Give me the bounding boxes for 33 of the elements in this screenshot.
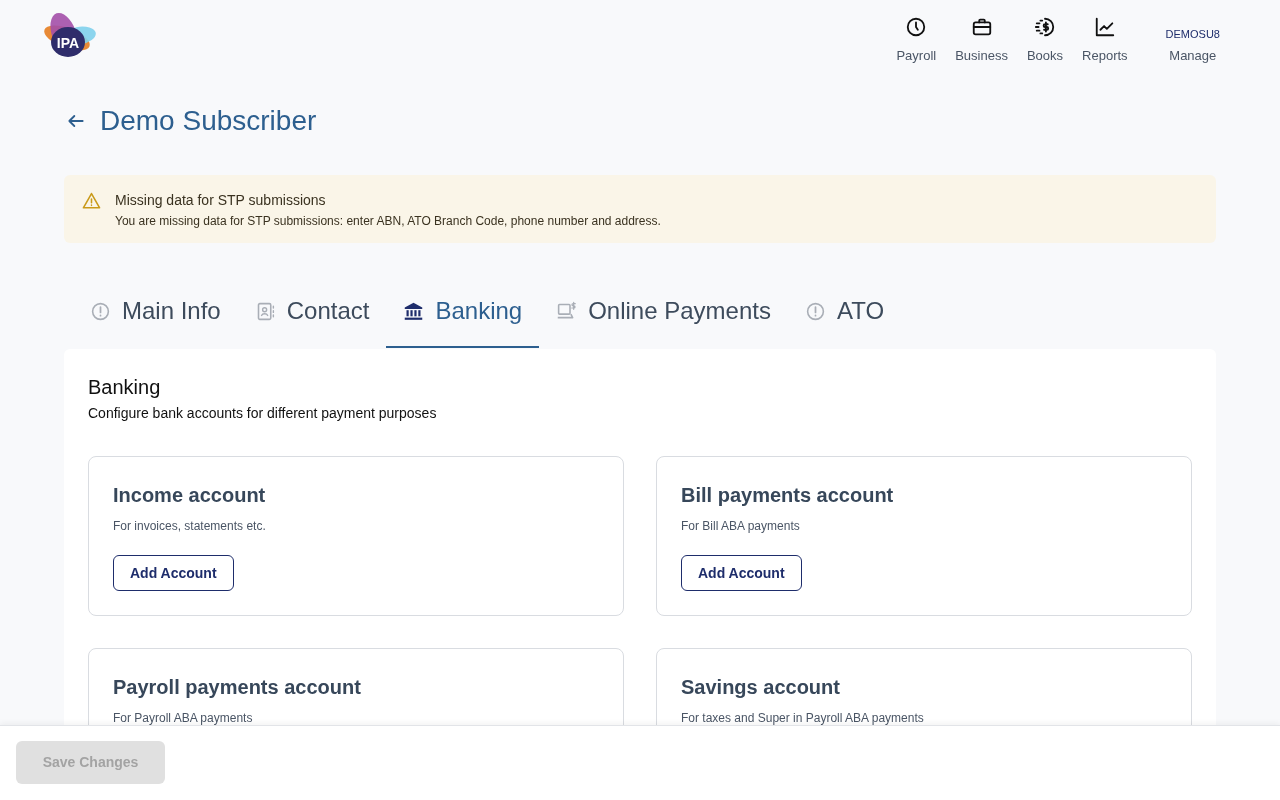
account-title: Payroll payments account bbox=[113, 675, 362, 700]
warning-message: You are missing data for STP submissions: enter ABN, ATO Branch Code, phone number and address. bbox=[115, 213, 661, 230]
add-account-button[interactable]: Add Account bbox=[113, 555, 234, 591]
dollar-coin-icon bbox=[1034, 16, 1056, 38]
warning-icon bbox=[82, 192, 101, 209]
account-description: For Payroll ABA payments bbox=[113, 710, 254, 725]
account-menu-button[interactable]: DEMOSU8 Manage bbox=[1165, 16, 1220, 64]
tab[interactable]: Main Info bbox=[73, 280, 238, 348]
briefcase-icon bbox=[970, 16, 993, 38]
add-account-button[interactable]: Add Account bbox=[681, 555, 802, 591]
bank-icon bbox=[403, 300, 425, 322]
tab[interactable]: Online Payments bbox=[539, 280, 788, 348]
line-chart-icon bbox=[1093, 16, 1116, 38]
exclamation-circle-icon bbox=[804, 300, 826, 322]
account-title: Bill payments account bbox=[681, 483, 895, 508]
page-title: Demo Subscriber bbox=[100, 104, 317, 138]
nav-item[interactable]: Reports bbox=[1082, 16, 1128, 64]
nav-item[interactable]: Payroll bbox=[896, 16, 937, 64]
section-title: Banking bbox=[88, 375, 162, 400]
warning-title: Missing data for STP submissions bbox=[115, 191, 327, 210]
section-subtitle: Configure bank accounts for different payment purposes bbox=[88, 404, 438, 423]
exclamation-circle-icon bbox=[90, 300, 111, 322]
clock-icon bbox=[905, 16, 928, 38]
nav-item[interactable]: Books bbox=[1026, 16, 1064, 64]
account-description: For taxes and Super in Payroll ABA payments bbox=[681, 710, 925, 725]
nav-item[interactable]: Business bbox=[955, 16, 1008, 64]
account-title: Income account bbox=[113, 483, 267, 508]
account-description: For invoices, statements etc. bbox=[113, 518, 267, 534]
account-title: Savings account bbox=[681, 675, 841, 700]
account-description: For Bill ABA payments bbox=[681, 518, 801, 534]
logo[interactable]: IPA bbox=[38, 12, 96, 64]
tab[interactable]: Contact bbox=[237, 280, 387, 348]
tab[interactable]: ATO bbox=[787, 280, 902, 348]
